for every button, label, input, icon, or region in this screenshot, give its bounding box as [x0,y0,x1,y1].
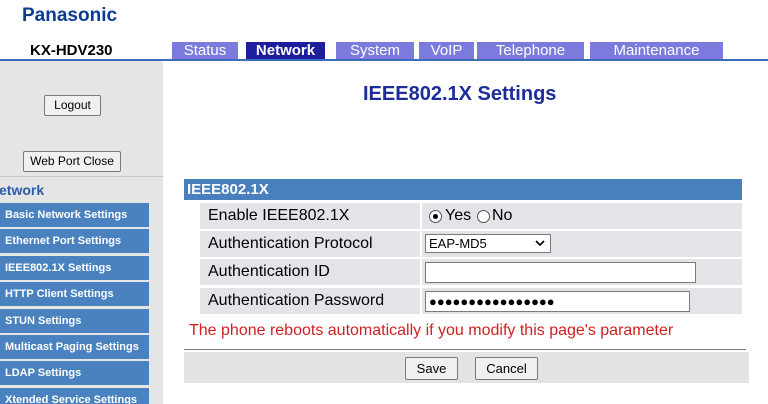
auth-id-label: Authentication ID [200,259,420,285]
sidebar-item-xtended-service[interactable]: Xtended Service Settings [0,388,149,404]
tab-network[interactable]: Network [246,42,325,59]
section-header: IEEE802.1X [184,179,742,200]
reboot-warning: The phone reboots automatically if you m… [189,322,674,339]
auth-id-input[interactable] [425,262,696,283]
enable-yes-radio[interactable] [429,210,442,223]
enable-yes-label: Yes [445,207,472,224]
save-button[interactable]: Save [405,357,458,380]
logout-button[interactable]: Logout [44,95,101,116]
button-bar [184,352,749,383]
protocol-select[interactable]: EAP-MD5 [425,234,551,253]
web-port-close-button[interactable]: Web Port Close [23,151,121,172]
sidebar-item-ieee8021x[interactable]: IEEE802.1X Settings [0,256,149,280]
page-title: IEEE802.1X Settings [363,83,557,105]
enable-no-radio[interactable] [477,210,490,223]
protocol-row: Authentication Protocol EAP-MD5 [200,231,742,257]
sidebar-item-multicast-paging[interactable]: Multicast Paging Settings [0,335,149,359]
sidebar-item-http-client[interactable]: HTTP Client Settings [0,282,149,306]
sidebar-item-ethernet-port[interactable]: Ethernet Port Settings [0,229,149,253]
auth-password-row: Authentication Password ●●●●●●●●●●●●●●●● [200,288,742,314]
footer-rule [184,349,746,350]
sidebar-divider [0,176,163,177]
protocol-selected-value: EAP-MD5 [429,236,487,251]
tab-telephone[interactable]: Telephone [477,42,584,59]
cancel-button[interactable]: Cancel [475,357,538,380]
auth-password-input[interactable]: ●●●●●●●●●●●●●●●● [425,291,690,312]
enable-no-label: No [492,207,513,224]
enable-label: Enable IEEE802.1X [200,203,420,229]
protocol-value-cell: EAP-MD5 [422,231,742,257]
enable-row: Enable IEEE802.1X Yes No [200,203,742,229]
auth-password-label: Authentication Password [200,288,420,314]
enable-value-cell: Yes No [422,203,742,229]
sidebar-item-basic-network[interactable]: Basic Network Settings [0,203,149,227]
sidebar-item-stun[interactable]: STUN Settings [0,309,149,333]
protocol-label: Authentication Protocol [200,231,420,257]
tab-status[interactable]: Status [172,42,238,59]
auth-password-value-cell: ●●●●●●●●●●●●●●●● [422,288,742,314]
auth-id-value-cell [422,259,742,285]
sidebar-heading: etwork [0,182,45,198]
model-name: KX-HDV230 [30,42,113,59]
sidebar-item-ldap[interactable]: LDAP Settings [0,361,149,385]
brand-logo: Panasonic [22,5,118,26]
tab-maintenance[interactable]: Maintenance [590,42,723,59]
chevron-down-icon [535,240,545,247]
tab-voip[interactable]: VoIP [419,42,474,59]
auth-id-row: Authentication ID [200,259,742,285]
tab-system[interactable]: System [336,42,414,59]
